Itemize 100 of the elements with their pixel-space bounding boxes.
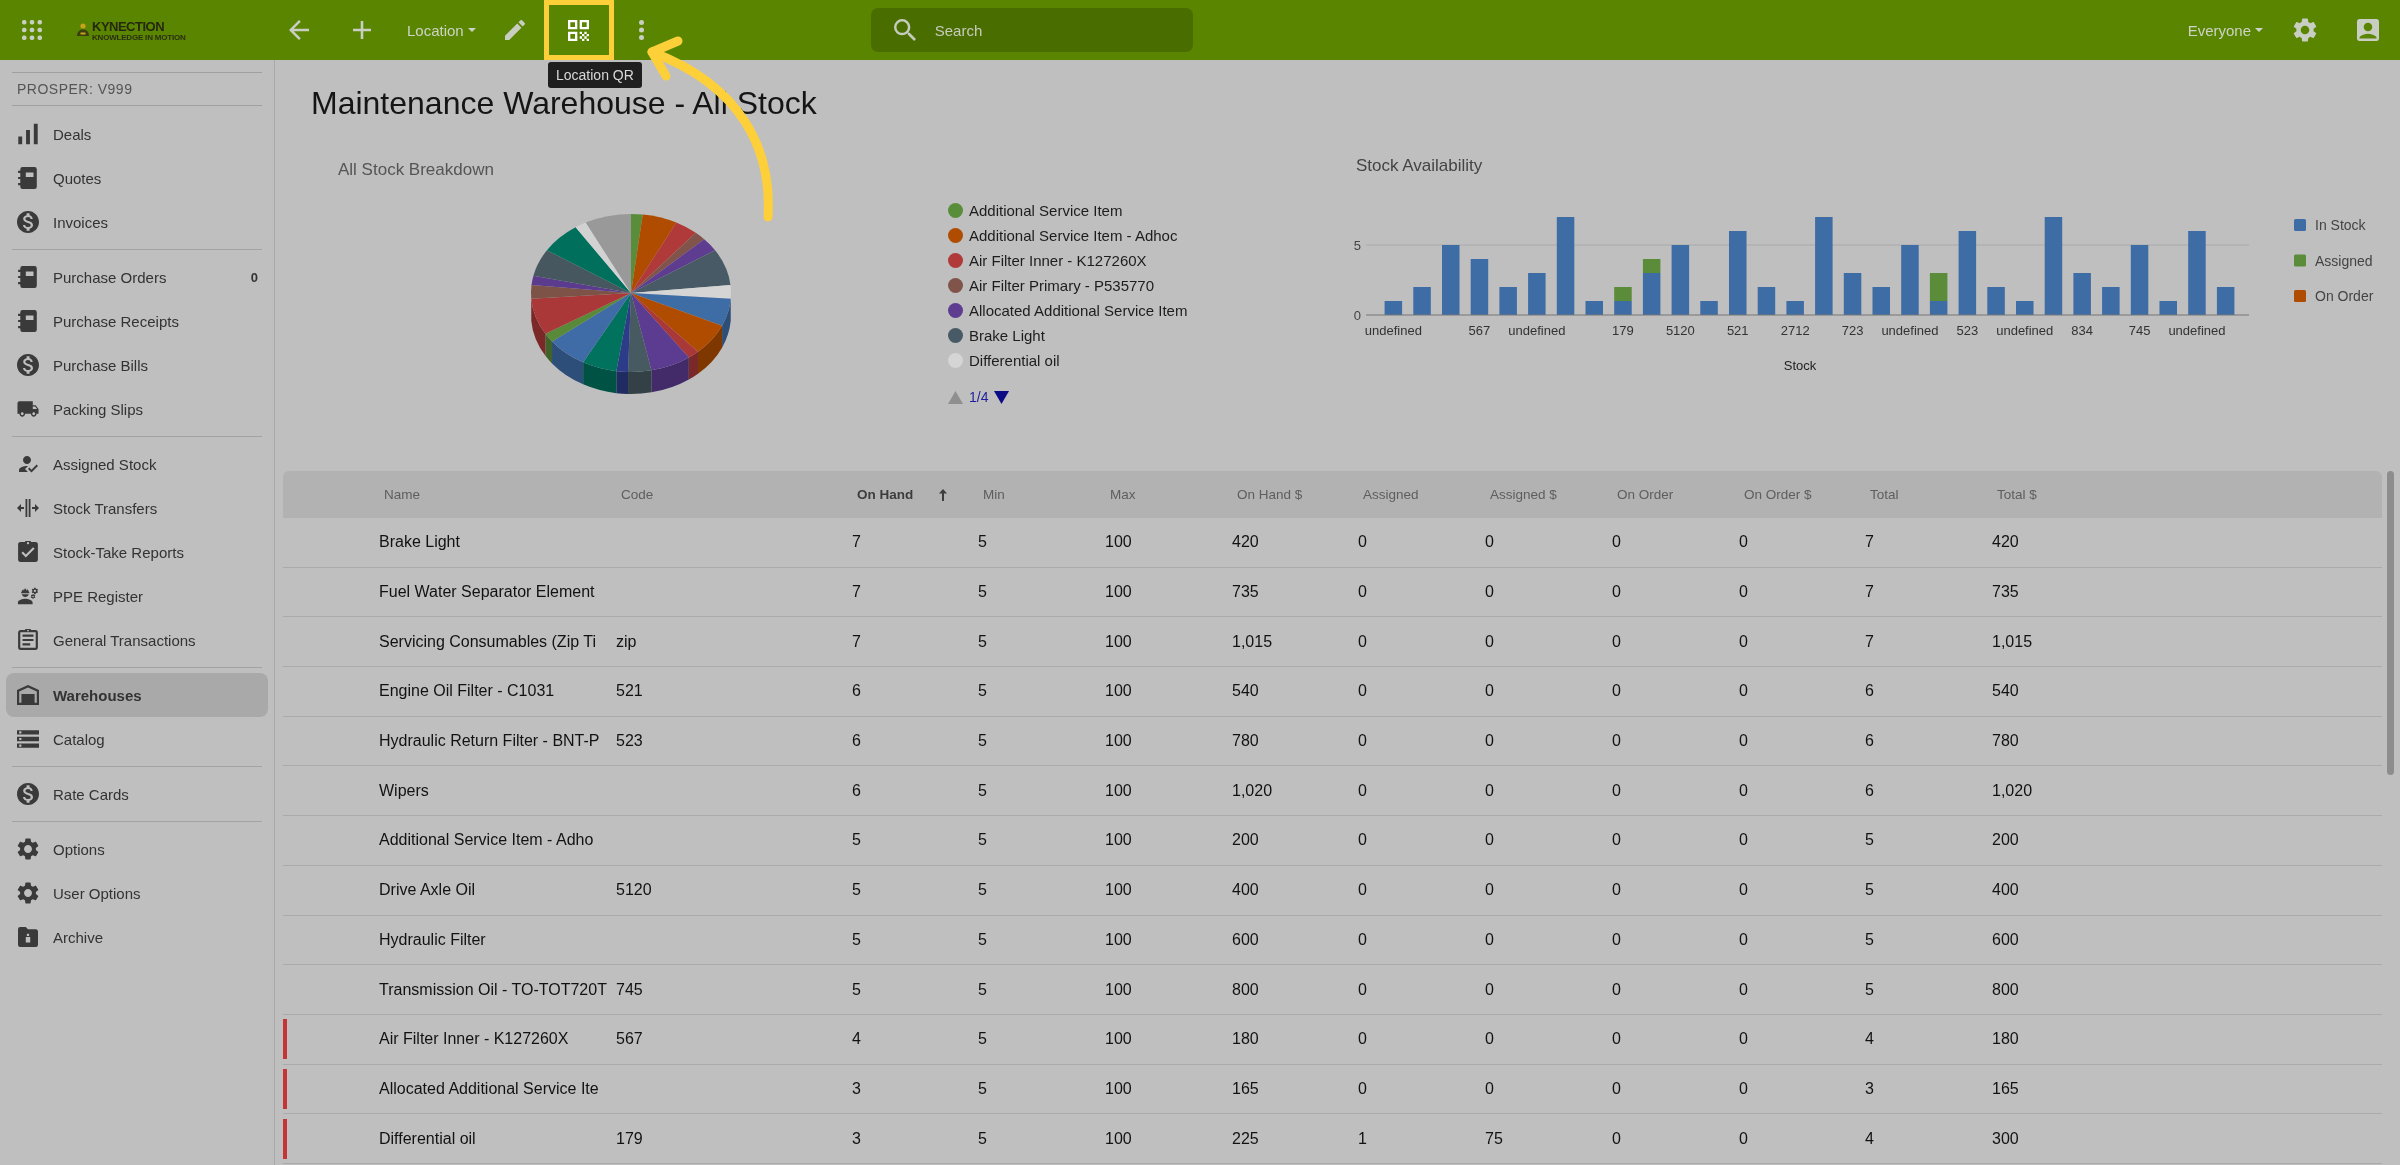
table-cell: 0 xyxy=(1739,732,1748,751)
table-cell: 5 xyxy=(978,1129,987,1148)
table-cell: 0 xyxy=(1612,1129,1621,1148)
bar xyxy=(1987,287,2005,315)
account-label: PROSPER: V999 xyxy=(16,81,133,97)
person-check-icon xyxy=(17,453,39,475)
apps-icon[interactable] xyxy=(22,20,42,40)
table-cell: 6 xyxy=(852,682,861,701)
table-cell: 0 xyxy=(1485,732,1494,751)
table-cell: 225 xyxy=(1232,1129,1259,1148)
clipboard-check-icon xyxy=(17,541,39,563)
axis-tick-label: undefined xyxy=(2168,323,2226,338)
bar xyxy=(1585,301,1603,315)
table-cell: 200 xyxy=(1992,831,2019,850)
table-cell: 100 xyxy=(1105,781,1132,800)
settings-icon[interactable] xyxy=(2293,18,2317,42)
nav-item[interactable]: Purchase Receipts xyxy=(6,299,268,343)
table-cell: 0 xyxy=(1485,1030,1494,1049)
logo-tagline: KNOWLEDGE IN MOTION xyxy=(92,33,186,42)
bar xyxy=(2159,301,2177,315)
pencil-icon[interactable] xyxy=(504,20,525,40)
axis-tick-label: 567 xyxy=(1468,323,1491,338)
table-cell: 5 xyxy=(978,732,987,751)
qr-code-button[interactable] xyxy=(543,0,614,60)
table-cell: 100 xyxy=(1105,1030,1132,1049)
table-cell: 0 xyxy=(1358,682,1367,701)
bar xyxy=(2102,287,2120,315)
table-cell: 0 xyxy=(1485,980,1494,999)
nav-item[interactable]: Archive xyxy=(6,915,268,959)
notebook-icon xyxy=(17,167,39,189)
table-cell: 100 xyxy=(1105,831,1132,850)
table-cell: 100 xyxy=(1105,881,1132,900)
legend-label: Differential oil xyxy=(969,352,1060,369)
table-cell: Additional Service Item - Adho xyxy=(379,831,594,850)
table-cell: 100 xyxy=(1105,682,1132,701)
table-cell: 5 xyxy=(978,583,987,602)
search-field[interactable]: Search xyxy=(870,8,1193,52)
axis-tick-label: 2712 xyxy=(1780,323,1810,338)
table-cell: 523 xyxy=(616,732,643,751)
table-cell: 600 xyxy=(1232,930,1259,949)
nav-item[interactable]: Assigned Stock xyxy=(6,442,268,486)
nav-item[interactable]: PPE Register xyxy=(6,574,268,618)
table-cell: 100 xyxy=(1105,583,1132,602)
back-arrow-icon[interactable] xyxy=(289,20,309,40)
nav-item[interactable]: Purchase Orders 0 xyxy=(6,255,268,299)
table-cell: 7 xyxy=(1865,632,1874,651)
axis-title: Stock xyxy=(1783,358,1817,373)
table-cell: 3 xyxy=(1865,1079,1874,1098)
nav-item[interactable]: Deals xyxy=(6,112,268,156)
nav-item[interactable]: User Options xyxy=(6,871,268,915)
nav-item[interactable]: Options xyxy=(6,827,268,871)
more-icon[interactable] xyxy=(639,20,645,40)
scrollbar[interactable] xyxy=(2387,471,2394,775)
table-cell: 0 xyxy=(1612,632,1621,651)
nav-item[interactable]: Stock Transfers xyxy=(6,486,268,530)
table-cell: 7 xyxy=(1865,533,1874,552)
page-indicator: 1/4 xyxy=(969,389,989,405)
table-cell: 3 xyxy=(852,1079,861,1098)
table-cell: 5 xyxy=(852,831,861,850)
table-cell: 200 xyxy=(1232,831,1259,850)
bar xyxy=(2130,245,2149,315)
table-cell: 420 xyxy=(1232,533,1259,552)
plus-icon[interactable] xyxy=(353,21,371,39)
notebook-icon xyxy=(17,310,39,332)
table-cell: 1 xyxy=(1358,1129,1367,1148)
table-cell: 735 xyxy=(1232,583,1259,602)
bar xyxy=(1872,287,1890,315)
table-cell: Fuel Water Separator Element xyxy=(379,583,595,602)
transfer-icon xyxy=(17,499,39,517)
table-cell: zip xyxy=(616,632,637,651)
column-header[interactable]: On Hand xyxy=(852,487,948,502)
nav-item[interactable]: Packing Slips xyxy=(6,387,268,431)
legend-label: In Stock xyxy=(2315,217,2366,233)
nav-item[interactable]: Stock-Take Reports xyxy=(6,530,268,574)
table-cell: 7 xyxy=(852,533,861,552)
table-cell: 0 xyxy=(1612,930,1621,949)
nav-item[interactable]: Warehouses xyxy=(6,673,268,717)
table-cell: 0 xyxy=(1358,781,1367,800)
table-cell: 567 xyxy=(616,1030,643,1049)
caret-icon xyxy=(2255,28,2263,32)
table-cell: 5 xyxy=(978,682,987,701)
logo-text: KYNECTION xyxy=(92,20,165,33)
workers-icon xyxy=(17,585,39,607)
nav-item[interactable]: Catalog xyxy=(6,717,268,761)
account-icon[interactable] xyxy=(2357,19,2379,41)
archive-icon xyxy=(18,927,38,947)
table-cell: 5 xyxy=(978,1079,987,1098)
truck-icon xyxy=(17,398,39,420)
table-cell: 5 xyxy=(978,881,987,900)
nav-item[interactable]: General Transactions xyxy=(6,618,268,662)
table-cell: 780 xyxy=(1232,732,1259,751)
axis-tick-label: undefined xyxy=(1364,323,1422,338)
nav-item[interactable]: Quotes xyxy=(6,156,268,200)
page-down-icon[interactable] xyxy=(994,390,1010,404)
nav-item[interactable]: Rate Cards xyxy=(6,772,268,816)
table-cell: 100 xyxy=(1105,732,1132,751)
nav-item[interactable]: Invoices xyxy=(6,200,268,244)
nav-item[interactable]: Purchase Bills xyxy=(6,343,268,387)
axis-tick-label: undefined xyxy=(1881,323,1939,338)
table-cell: Drive Axle Oil xyxy=(379,881,476,900)
